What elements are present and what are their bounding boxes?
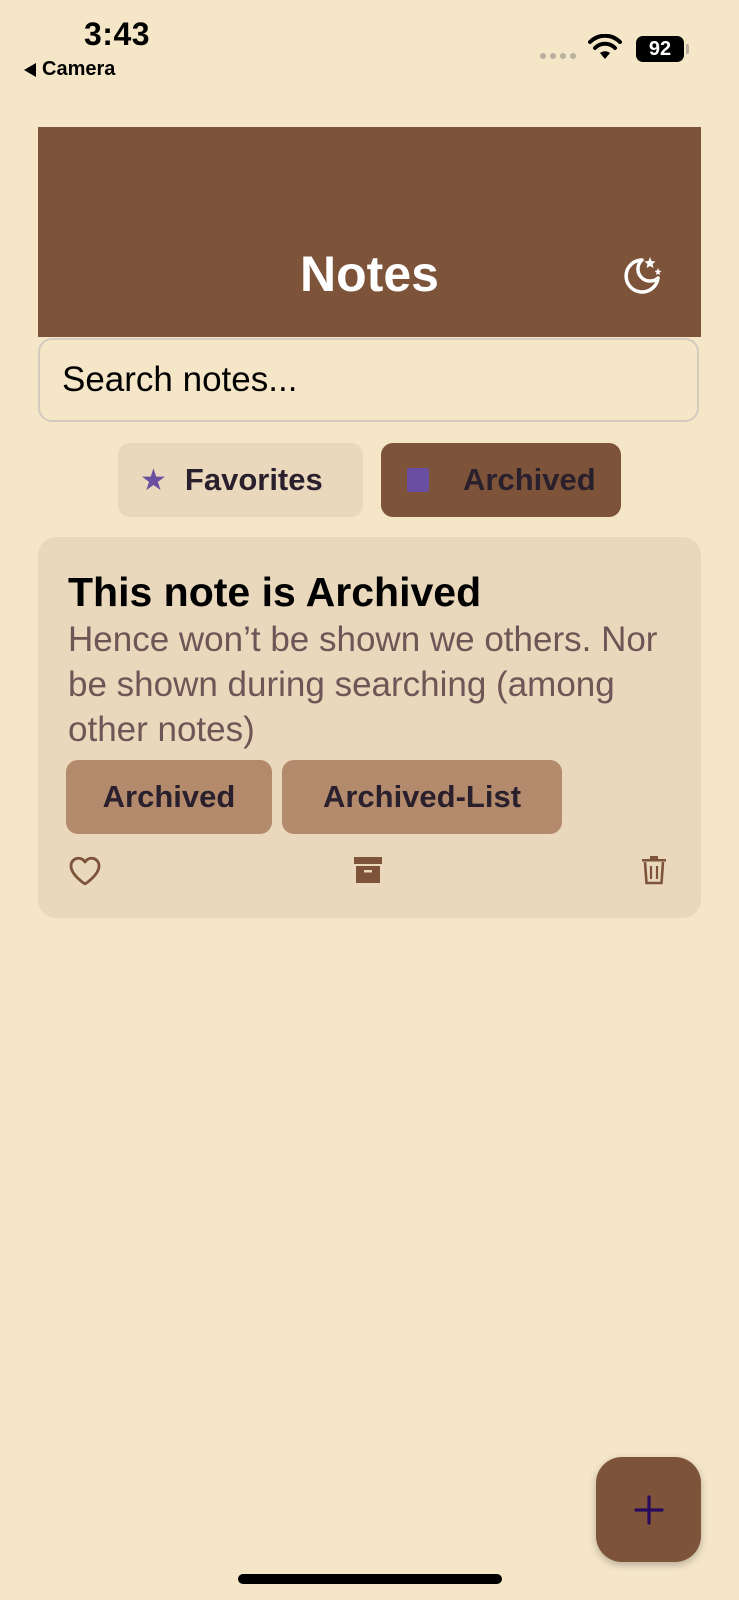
- note-card[interactable]: This note is Archived Hence won’t be sho…: [38, 537, 701, 918]
- add-note-button[interactable]: [596, 1457, 701, 1562]
- moon-stars-icon[interactable]: [622, 254, 664, 296]
- cellular-signal-icon: [540, 53, 576, 59]
- status-bar: 3:43 Camera 92: [0, 0, 739, 100]
- back-link-label: Camera: [42, 58, 116, 80]
- wifi-icon: [588, 34, 622, 59]
- battery-tip: [686, 44, 689, 54]
- archived-filter-button[interactable]: Archived: [381, 443, 621, 517]
- note-body: Hence won’t be shown we others. Nor be s…: [68, 620, 658, 749]
- plus-icon: [633, 1494, 664, 1525]
- archived-filter-label: Archived: [463, 462, 596, 497]
- back-triangle-icon: [24, 62, 36, 77]
- heart-icon[interactable]: [68, 855, 102, 887]
- back-to-camera-link[interactable]: Camera: [24, 58, 115, 81]
- star-icon: ★: [140, 463, 167, 497]
- page-title: Notes: [300, 246, 439, 302]
- search-bar: [38, 338, 699, 422]
- battery-indicator: 92: [636, 36, 684, 62]
- status-time: 3:43: [84, 16, 151, 52]
- square-icon: [407, 468, 429, 492]
- note-tag[interactable]: Archived-List: [282, 760, 562, 834]
- search-input[interactable]: [40, 340, 697, 420]
- app-header: Notes: [38, 127, 701, 337]
- archive-box-icon[interactable]: [353, 855, 383, 885]
- favorites-filter-button[interactable]: ★ Favorites: [118, 443, 363, 517]
- trash-icon[interactable]: [641, 855, 667, 885]
- favorites-filter-label: Favorites: [184, 462, 323, 497]
- home-indicator[interactable]: [238, 1574, 502, 1584]
- note-tag[interactable]: Archived: [66, 760, 272, 834]
- note-title: This note is Archived: [68, 569, 482, 615]
